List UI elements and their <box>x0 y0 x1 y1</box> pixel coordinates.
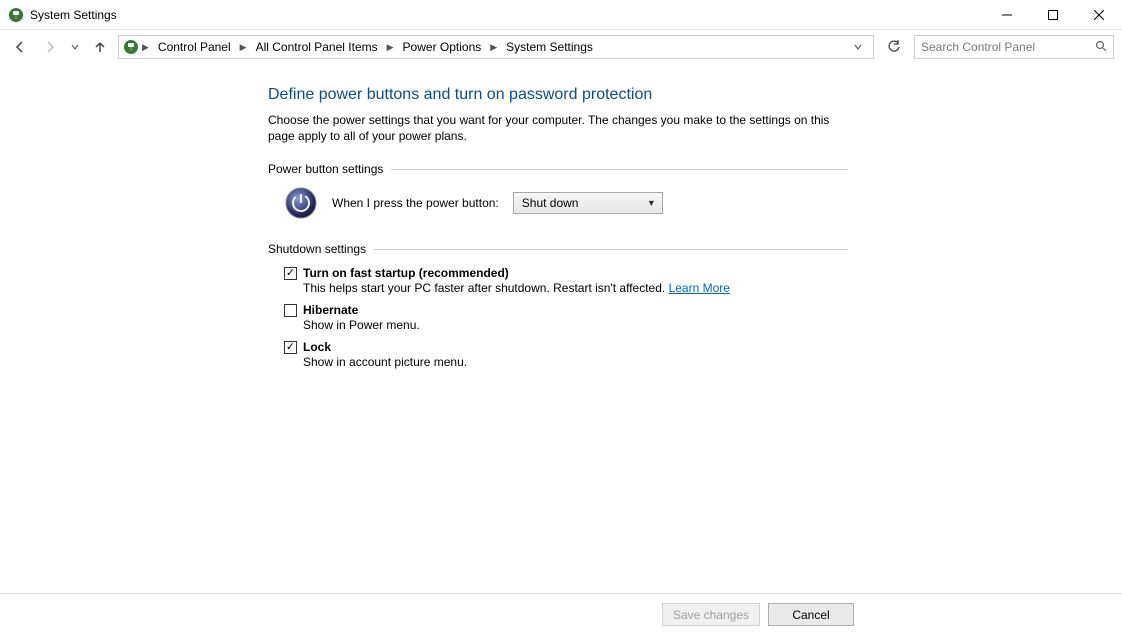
maximize-button[interactable] <box>1030 0 1076 30</box>
power-button-action-select[interactable]: Shut down ▼ <box>513 192 663 214</box>
section-power-button-label: Power button settings <box>268 162 383 176</box>
titlebar: System Settings <box>0 0 1122 30</box>
recent-locations-button[interactable] <box>68 35 82 59</box>
chevron-down-icon: ▼ <box>647 198 656 208</box>
refresh-button[interactable] <box>880 35 908 59</box>
window-title: System Settings <box>30 8 117 22</box>
divider <box>374 249 848 250</box>
shutdown-item-sub: Show in Power menu. <box>303 318 848 332</box>
chevron-right-icon[interactable]: ▶ <box>239 42 248 53</box>
checkbox-lock[interactable] <box>284 341 297 354</box>
checkbox-fast-startup[interactable] <box>284 267 297 280</box>
navbar: ▶ Control Panel ▶ All Control Panel Item… <box>0 30 1122 64</box>
app-icon <box>8 7 24 23</box>
select-value: Shut down <box>522 196 579 210</box>
address-icon <box>123 39 139 55</box>
divider <box>391 169 848 170</box>
chevron-right-icon[interactable]: ▶ <box>141 42 150 53</box>
checkbox-hibernate[interactable] <box>284 304 297 317</box>
command-bar: Save changes Cancel <box>0 593 1122 635</box>
section-power-button: Power button settings <box>268 162 848 176</box>
up-button[interactable] <box>88 35 112 59</box>
back-button[interactable] <box>8 35 32 59</box>
address-bar[interactable]: ▶ Control Panel ▶ All Control Panel Item… <box>118 35 874 59</box>
page-heading: Define power buttons and turn on passwor… <box>268 86 848 104</box>
chevron-right-icon[interactable]: ▶ <box>489 42 498 53</box>
section-shutdown-label: Shutdown settings <box>268 242 366 256</box>
shutdown-item-title: Turn on fast startup (recommended) <box>303 266 509 280</box>
address-dropdown-button[interactable] <box>849 38 867 56</box>
shutdown-item-title: Lock <box>303 340 331 354</box>
crumb-control-panel[interactable]: Control Panel <box>152 38 237 56</box>
breadcrumb: Control Panel ▶ All Control Panel Items … <box>152 38 847 56</box>
chevron-right-icon[interactable]: ▶ <box>386 42 395 53</box>
section-shutdown: Shutdown settings <box>268 242 848 256</box>
close-button[interactable] <box>1076 0 1122 30</box>
shutdown-item-fast-startup: Turn on fast startup (recommended) This … <box>284 266 848 295</box>
crumb-system-settings[interactable]: System Settings <box>500 38 599 56</box>
page-description: Choose the power settings that you want … <box>268 112 848 144</box>
content-area: Define power buttons and turn on passwor… <box>0 64 1122 593</box>
shutdown-item-sub: Show in account picture menu. <box>303 355 848 369</box>
crumb-power-options[interactable]: Power Options <box>397 38 488 56</box>
cancel-button[interactable]: Cancel <box>768 603 854 626</box>
shutdown-item-hibernate: Hibernate Show in Power menu. <box>284 303 848 332</box>
minimize-button[interactable] <box>984 0 1030 30</box>
search-placeholder: Search Control Panel <box>921 40 1035 54</box>
shutdown-item-lock: Lock Show in account picture menu. <box>284 340 848 369</box>
shutdown-item-title: Hibernate <box>303 303 358 317</box>
power-icon <box>284 186 318 220</box>
search-input[interactable]: Search Control Panel <box>914 35 1114 59</box>
forward-button[interactable] <box>38 35 62 59</box>
power-button-row-label: When I press the power button: <box>332 196 499 210</box>
save-changes-button[interactable]: Save changes <box>662 603 760 626</box>
shutdown-item-sub: This helps start your PC faster after sh… <box>303 281 669 295</box>
search-icon <box>1095 40 1107 55</box>
crumb-all-items[interactable]: All Control Panel Items <box>250 38 384 56</box>
learn-more-link[interactable]: Learn More <box>669 281 730 295</box>
